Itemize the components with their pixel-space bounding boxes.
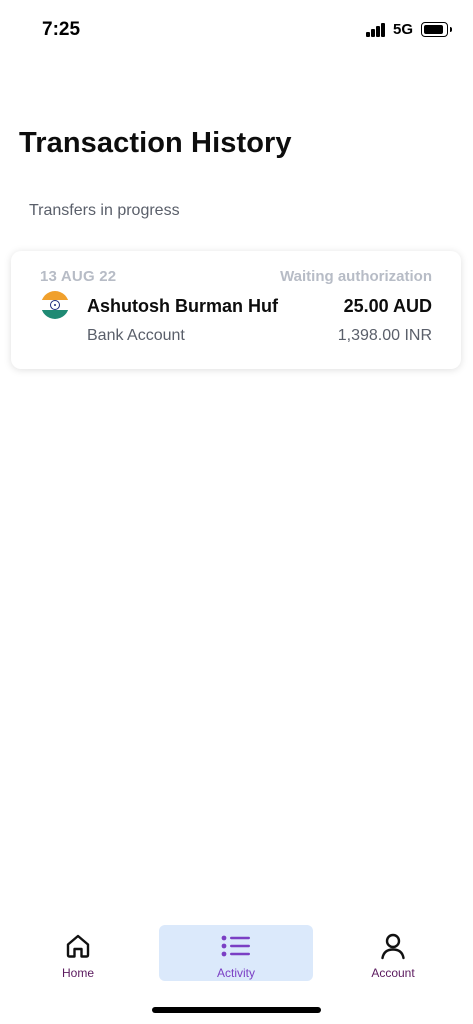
status-time: 7:25 [42,19,81,40]
battery-icon [421,22,452,37]
signal-icon [366,23,386,37]
status-bar: 7:25 5G [0,0,473,60]
section-label-transfers-in-progress: Transfers in progress [29,202,180,219]
account-type: Bank Account [87,327,185,344]
network-type: 5G [393,21,414,38]
nav-label-account: Account [371,966,415,980]
nav-item-account[interactable]: Account [353,925,433,981]
nav-item-activity[interactable]: Activity [159,925,313,981]
home-indicator[interactable] [152,1007,321,1013]
recipient-name: Ashutosh Burman Huf [87,296,278,316]
page-title: Transaction History [19,127,292,159]
receive-amount: 1,398.00 INR [337,327,432,344]
nav-label-activity: Activity [216,966,255,980]
transfer-date: 13 AUG 22 [40,268,117,285]
transfer-status: Waiting authorization [280,268,432,285]
user-icon [381,933,405,960]
nav-item-home[interactable]: Home [38,925,118,981]
home-icon [66,934,90,958]
india-flag-icon [41,291,69,319]
bottom-nav: Home Activity Account [0,920,473,990]
nav-label-home: Home [61,966,94,980]
send-amount: 25.00 AUD [343,296,432,316]
transfer-card[interactable]: 13 AUG 22 Waiting authorization Ashutosh… [11,251,461,369]
list-icon [221,935,250,957]
